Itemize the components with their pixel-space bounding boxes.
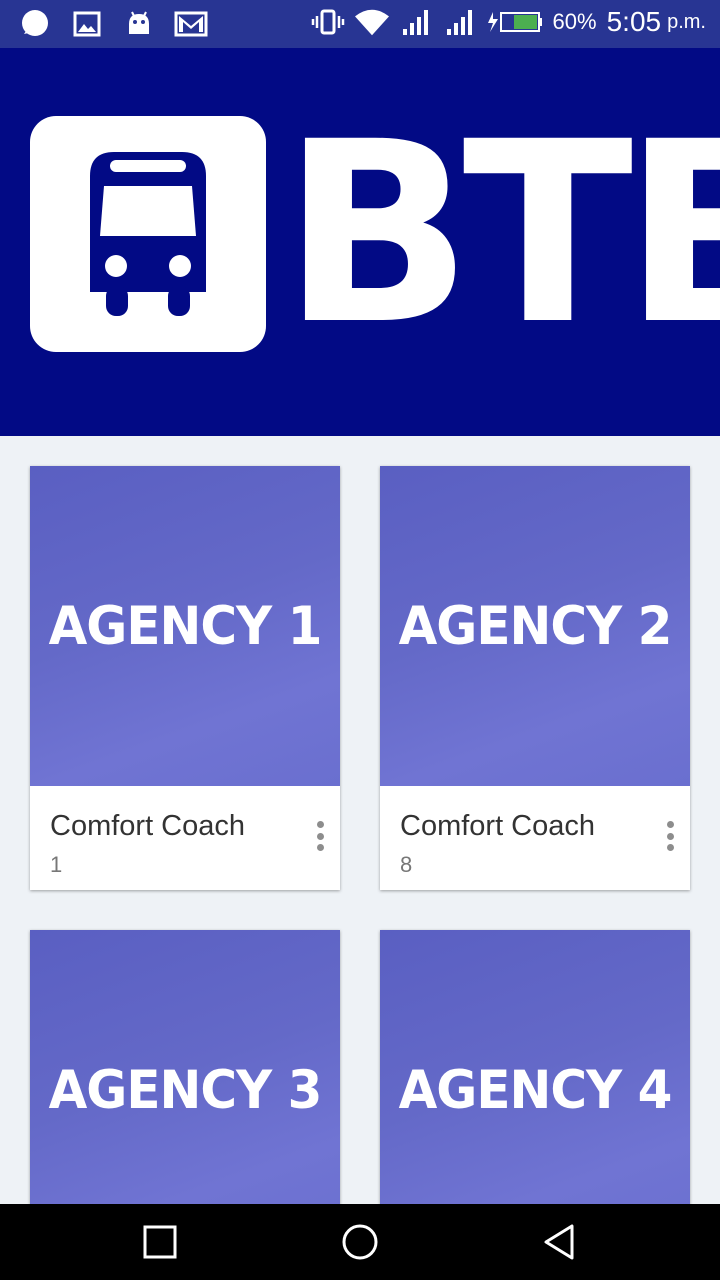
agency-subtitle: 1 bbox=[50, 852, 63, 877]
more-vert-icon[interactable] bbox=[660, 816, 680, 856]
battery-charging-icon bbox=[487, 6, 543, 38]
android-icon bbox=[122, 8, 156, 40]
clock-time: 5:05 bbox=[606, 6, 662, 37]
agency-card[interactable]: AGENCY 2 Comfort Coach 8 bbox=[380, 466, 690, 890]
wifi-icon bbox=[354, 6, 389, 38]
battery-percent: 60% bbox=[552, 9, 597, 34]
status-bar: 60% 5:05 p.m. bbox=[0, 0, 720, 48]
home-icon[interactable] bbox=[340, 1222, 380, 1262]
agency-image-label: AGENCY 1 bbox=[48, 595, 323, 657]
header-banner: BTB bbox=[0, 48, 720, 436]
image-icon bbox=[70, 8, 104, 40]
agency-image[interactable]: AGENCY 1 bbox=[30, 466, 340, 786]
agency-image-label: AGENCY 2 bbox=[398, 595, 673, 657]
agency-subtitle: 8 bbox=[400, 852, 413, 877]
card-footer: Comfort Coach 8 bbox=[380, 786, 690, 890]
back-icon[interactable] bbox=[540, 1222, 580, 1262]
card-footer: Comfort Coach 1 bbox=[30, 786, 340, 890]
agency-image[interactable]: AGENCY 4 bbox=[380, 930, 690, 1204]
brand-logo-text: BTB bbox=[282, 88, 720, 379]
vibrate-icon bbox=[311, 6, 345, 38]
agency-image[interactable]: AGENCY 2 bbox=[380, 466, 690, 786]
signal-icon bbox=[399, 6, 433, 38]
system-nav-bar bbox=[0, 1204, 720, 1280]
bus-icon bbox=[90, 152, 206, 316]
logo-badge bbox=[30, 116, 266, 352]
agency-image[interactable]: AGENCY 3 bbox=[30, 930, 340, 1204]
agency-card[interactable]: AGENCY 3 bbox=[30, 930, 340, 1204]
signal-icon bbox=[443, 6, 477, 38]
agency-title: Comfort Coach bbox=[50, 810, 246, 842]
gmail-icon bbox=[174, 8, 208, 40]
chat-icon bbox=[18, 8, 52, 40]
more-vert-icon[interactable] bbox=[310, 816, 330, 856]
agency-title: Comfort Coach bbox=[400, 810, 596, 842]
agency-card[interactable]: AGENCY 4 bbox=[380, 930, 690, 1204]
recents-icon[interactable] bbox=[140, 1222, 180, 1262]
agency-grid: AGENCY 1 Comfort Coach 1 AGENCY 2 Comfor… bbox=[0, 436, 720, 1204]
clock-ampm: p.m. bbox=[667, 10, 706, 33]
agency-card[interactable]: AGENCY 1 Comfort Coach 1 bbox=[30, 466, 340, 890]
agency-image-label: AGENCY 3 bbox=[48, 1059, 323, 1121]
agency-image-label: AGENCY 4 bbox=[398, 1059, 673, 1121]
